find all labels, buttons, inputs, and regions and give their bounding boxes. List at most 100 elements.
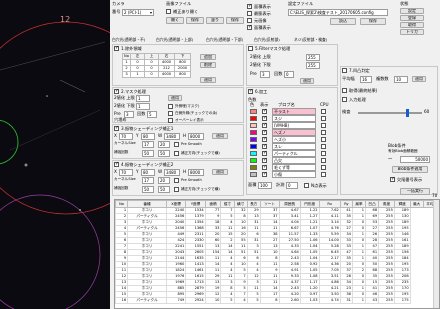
- filter-upper-input[interactable]: 255: [306, 54, 320, 61]
- fill-button[interactable]: 塗り: [206, 17, 224, 24]
- blob-color-swatch[interactable]: [250, 116, 257, 121]
- blob-show-checkbox[interactable]: [262, 165, 267, 170]
- shading2-h[interactable]: 8000: [188, 169, 204, 176]
- avg-width-input[interactable]: 16: [360, 76, 372, 83]
- state-trigger-button[interactable]: トリガ: [400, 29, 424, 35]
- blob-cpu-checkbox[interactable]: [321, 151, 326, 156]
- grid-col-header[interactable]: 扁率: [351, 200, 367, 208]
- shading1-apply-button[interactable]: 適用: [212, 133, 228, 139]
- blob-min-input[interactable]: 0: [286, 182, 298, 189]
- blob-show-checkbox[interactable]: [262, 109, 267, 114]
- blob-color-swatch[interactable]: [250, 151, 257, 156]
- mask-apply-button[interactable]: 適用: [168, 95, 182, 101]
- grid-col-header[interactable]: 輝度: [393, 200, 411, 208]
- grid-col-header[interactable]: 凹凸: [365, 200, 380, 208]
- shading1-checkbox[interactable]: [114, 126, 119, 131]
- shading2-apply-button[interactable]: 適用: [212, 169, 228, 175]
- blob-color-swatch[interactable]: [250, 144, 257, 149]
- blob-cond-apply-button[interactable]: Blob条件適用: [392, 166, 428, 173]
- multi-count-input[interactable]: 10: [394, 76, 408, 83]
- blob-color-swatch[interactable]: [250, 123, 257, 128]
- grid-col-header[interactable]: 面積: [204, 200, 222, 208]
- bin-lower-input[interactable]: 1: [136, 103, 150, 110]
- blob-name-field[interactable]: 凸欠: [272, 157, 316, 164]
- grid-scrollbar[interactable]: [433, 200, 439, 308]
- blob-cpu-checkbox[interactable]: [321, 158, 326, 163]
- dust-display-checkbox[interactable]: [247, 11, 252, 16]
- orig-image-checkbox[interactable]: [247, 18, 252, 23]
- mode-tab-2[interactable]: 白穴光(透明部・上部): [156, 38, 193, 42]
- grid-col-header[interactable]: X座標: [165, 200, 187, 208]
- judge-apply-button[interactable]: 適用: [412, 76, 426, 82]
- blob-show-checkbox[interactable]: [262, 116, 267, 121]
- disp-checkbox[interactable]: [247, 25, 252, 30]
- read-settings-button[interactable]: 読込: [330, 18, 356, 25]
- shading2-y[interactable]: 80: [141, 169, 155, 176]
- get-result-checkbox[interactable]: [342, 88, 347, 93]
- blob-color-swatch[interactable]: [250, 109, 257, 114]
- white-edge-checkbox[interactable]: [168, 111, 173, 116]
- grid-col-header[interactable]: ソート: [259, 200, 280, 208]
- shading1-y[interactable]: 80: [141, 133, 155, 140]
- blob-name-field[interactable]: 小傷: [272, 171, 316, 178]
- mode-tab-3[interactable]: 白穴光(透明部・下部): [206, 38, 243, 42]
- blob-name-field[interactable]: (VMHB): [272, 122, 316, 129]
- blob-area-max-input[interactable]: 50000: [400, 156, 430, 163]
- filter-lower-input[interactable]: 255: [306, 62, 320, 69]
- grid-col-header[interactable]: 番種: [127, 200, 167, 208]
- grid-col-header[interactable]: 縦寸: [220, 200, 235, 208]
- shading1-pre-checkbox[interactable]: [174, 142, 179, 147]
- mask-checkbox[interactable]: [114, 89, 119, 94]
- defect-number-checkbox[interactable]: [390, 177, 395, 182]
- grid-col-header[interactable]: 長方: [246, 200, 261, 208]
- table-row[interactable]: 16 パーティクル 749 2924 10 5 4 5 8 2.60 1.03 4.74 31 1 43 25…: [115, 297, 437, 304]
- mode-tab-5[interactable]: ネジ(反射部・検査): [294, 38, 327, 42]
- exclusion-region-table[interactable]: No 左上右下 1 0 0 4000 800 2 0 0 212 2000 3 1 0 4000 800: [122, 53, 191, 78]
- mode-tab-4[interactable]: 白穴光(反射部): [254, 38, 280, 42]
- blob-checkbox[interactable]: [248, 89, 253, 94]
- shading1-w[interactable]: 3480: [164, 133, 180, 140]
- inspection-slider[interactable]: [358, 112, 422, 114]
- blob-name-field[interactable]: スジ: [272, 115, 316, 122]
- blob-cpu-checkbox[interactable]: [321, 130, 326, 135]
- bin-upper-input[interactable]: 1: [136, 95, 150, 102]
- device-select[interactable]: 2 (PCI-1): [122, 9, 154, 16]
- blob-cpu-checkbox[interactable]: [321, 137, 326, 142]
- shading2-checkbox[interactable]: [114, 162, 119, 167]
- grid-col-header[interactable]: 最大: [409, 200, 424, 208]
- blob-show-checkbox[interactable]: [262, 172, 267, 177]
- blob-show-checkbox[interactable]: [262, 158, 267, 163]
- state-set-button[interactable]: 設定: [400, 8, 424, 14]
- blob-name-field[interactable]: 毛くず等: [272, 164, 316, 171]
- filter-pre-input[interactable]: 3: [260, 71, 270, 78]
- blob-show-checkbox[interactable]: [262, 144, 267, 149]
- camera-view[interactable]: 12: [0, 0, 110, 309]
- blob-color-swatch[interactable]: [250, 137, 257, 142]
- region-add-button[interactable]: 追加: [200, 54, 216, 60]
- blob-show-checkbox[interactable]: [262, 137, 267, 142]
- run-all-button[interactable]: 一括実行: [400, 188, 430, 195]
- grid-col-header[interactable]: 角度: [378, 200, 395, 208]
- save2-button[interactable]: 保存: [226, 17, 244, 24]
- shading1-fix-checkbox[interactable]: [174, 151, 179, 156]
- blob-color-swatch[interactable]: [250, 172, 257, 177]
- blob-name-field[interactable]: 不ラスト: [272, 108, 316, 115]
- shading2-kernel[interactable]: 17: [142, 177, 154, 184]
- exclusion-region-checkbox[interactable]: [114, 46, 119, 51]
- results-grid[interactable]: No 番種 X座標 Y座標 面積 縦寸 横寸 長方 ソート 周囲長 円形度 Rx Ry 扁率 凹凸 角度 輝度最…: [114, 199, 440, 309]
- blob-show-checkbox[interactable]: [262, 130, 267, 135]
- outer-fill-checkbox[interactable]: [168, 104, 173, 109]
- shading2-kernel2[interactable]: 20: [158, 177, 170, 184]
- blob-name-field[interactable]: ヘズ小: [272, 136, 316, 143]
- save-settings-button[interactable]: 保存: [360, 18, 386, 25]
- table-row[interactable]: 3 1 0 4000 800: [122, 71, 191, 78]
- grid-col-header[interactable]: 横寸: [233, 200, 248, 208]
- blob-color-swatch[interactable]: [250, 130, 257, 135]
- filter-apply-button[interactable]: 適用: [300, 78, 314, 84]
- shading2-fix-checkbox[interactable]: [174, 187, 179, 192]
- grid-col-header[interactable]: No: [115, 200, 129, 208]
- shading2-count[interactable]: 50: [142, 186, 154, 193]
- judge-checkbox[interactable]: [342, 68, 347, 73]
- count-input[interactable]: 5: [147, 111, 157, 118]
- blob-show-checkbox[interactable]: [262, 123, 267, 128]
